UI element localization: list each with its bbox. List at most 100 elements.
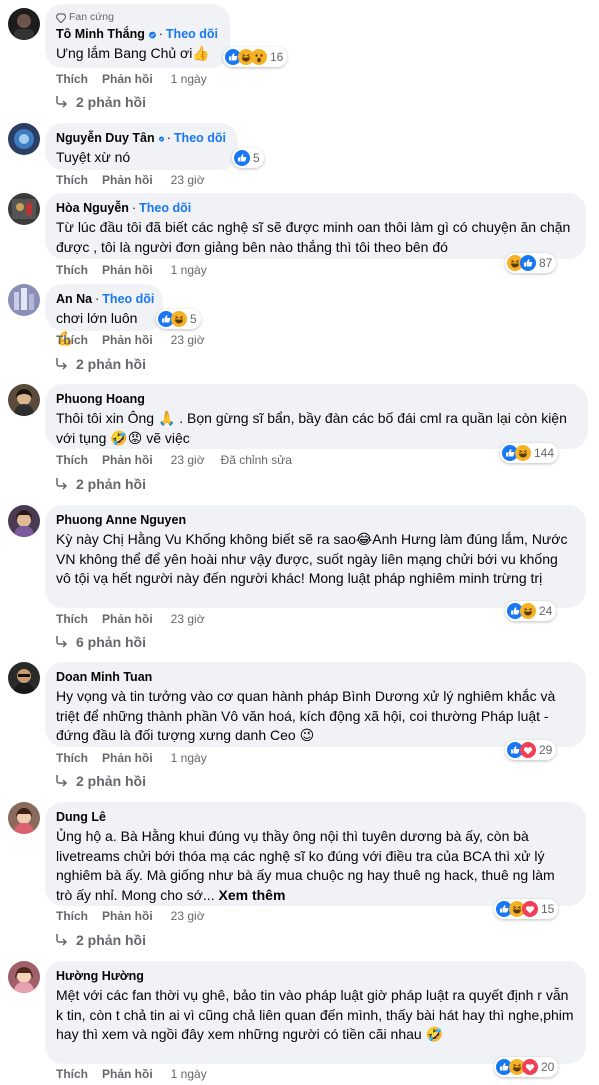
avatar[interactable] xyxy=(8,193,40,225)
timestamp[interactable]: 23 giờ xyxy=(171,453,205,467)
follow-button[interactable]: Theo dõi xyxy=(102,291,154,308)
edited-label[interactable]: Đã chỉnh sửa xyxy=(221,453,292,467)
reaction-icons xyxy=(496,901,538,917)
reply-arrow-icon xyxy=(56,775,68,787)
reaction-icons xyxy=(158,311,187,327)
author-name[interactable]: Dung Lê xyxy=(56,809,106,826)
reaction-count: 144 xyxy=(534,446,555,460)
like-button[interactable]: Thích xyxy=(56,333,88,347)
timestamp[interactable]: 1 ngày xyxy=(171,1067,207,1081)
like-button[interactable]: Thích xyxy=(56,1067,88,1081)
reply-arrow-icon xyxy=(56,934,68,946)
reaction-summary[interactable]: 20 xyxy=(494,1057,559,1077)
avatar[interactable] xyxy=(8,123,40,155)
avatar[interactable] xyxy=(8,8,40,40)
see-more-link[interactable]: Xem thêm xyxy=(218,887,285,903)
reaction-summary[interactable]: 16 xyxy=(223,47,288,67)
reply-arrow-icon xyxy=(56,96,68,108)
love-reaction-icon xyxy=(520,742,536,758)
comment-text: Kỳ này Chị Hằng Vu Khống không biết sẽ r… xyxy=(56,531,568,586)
view-replies-button[interactable]: 6 phản hồi xyxy=(55,634,146,650)
reply-button[interactable]: Phản hồi xyxy=(102,1067,153,1081)
follow-button[interactable]: Theo dõi xyxy=(166,26,218,43)
like-reaction-icon xyxy=(520,255,536,271)
reaction-summary[interactable]: 24 xyxy=(505,601,557,621)
comment-actions: Thích Phản hồi 23 giờ xyxy=(56,173,221,187)
comment-bubble: An Na · Theo dõi chơi lớn luôn💪 xyxy=(45,284,163,346)
timestamp[interactable]: 23 giờ xyxy=(171,909,205,923)
reply-button[interactable]: Phản hồi xyxy=(102,72,153,86)
reaction-summary[interactable]: 5 xyxy=(156,309,201,329)
author-name[interactable]: Doan Minh Tuan xyxy=(56,669,152,686)
reaction-summary[interactable]: 144 xyxy=(500,443,559,463)
comment-bubble: Doan Minh Tuan Hy vọng và tin tưởng vào … xyxy=(45,662,586,747)
reply-button[interactable]: Phản hồi xyxy=(102,333,153,347)
follow-button[interactable]: Theo dõi xyxy=(174,130,226,147)
reply-arrow-icon xyxy=(56,636,68,648)
reaction-summary[interactable]: 29 xyxy=(505,740,557,760)
like-button[interactable]: Thích xyxy=(56,453,88,467)
view-replies-button[interactable]: 2 phản hồi xyxy=(55,356,146,372)
avatar[interactable] xyxy=(8,505,40,537)
reply-button[interactable]: Phản hồi xyxy=(102,751,153,765)
reaction-count: 24 xyxy=(539,604,553,618)
separator-dot: · xyxy=(95,292,100,306)
fan-badge: Fan cứng xyxy=(56,11,218,24)
comment-actions: Thích Phản hồi 23 giờ xyxy=(56,333,221,347)
follow-button[interactable]: Theo dõi xyxy=(139,200,191,217)
timestamp[interactable]: 23 giờ xyxy=(171,612,205,626)
haha-reaction-icon xyxy=(515,445,531,461)
avatar[interactable] xyxy=(8,802,40,834)
comment-actions: Thích Phản hồi 1 ngày xyxy=(56,263,223,277)
like-button[interactable]: Thích xyxy=(56,72,88,86)
avatar[interactable] xyxy=(8,961,40,993)
reaction-summary[interactable]: 5 xyxy=(232,148,264,168)
comment-text: Từ lúc đầu tôi đã biết các nghệ sĩ sẽ đư… xyxy=(56,219,571,255)
view-replies-button[interactable]: 2 phản hồi xyxy=(55,773,146,789)
timestamp[interactable]: 23 giờ xyxy=(171,333,205,347)
timestamp[interactable]: 1 ngày xyxy=(171,263,207,277)
comment-bubble: Fan cứng Tô Minh Thắng · Theo dõi Ưng lắ… xyxy=(45,4,230,68)
author-name[interactable]: Nguyễn Duy Tân xyxy=(56,130,155,147)
comment-text: Thôi tôi xin Ông 🙏 . Bọn gừng sĩ bẩn, bầ… xyxy=(56,410,567,446)
like-button[interactable]: Thích xyxy=(56,173,88,187)
view-replies-button[interactable]: 2 phản hồi xyxy=(55,94,146,110)
reaction-count: 15 xyxy=(541,902,555,916)
comment-actions: Thích Phản hồi 1 ngày xyxy=(56,751,223,765)
timestamp[interactable]: 23 giờ xyxy=(171,173,205,187)
reply-button[interactable]: Phản hồi xyxy=(102,173,153,187)
comment-actions: Thích Phản hồi 1 ngày xyxy=(56,1067,223,1081)
view-replies-button[interactable]: 2 phản hồi xyxy=(55,476,146,492)
like-button[interactable]: Thích xyxy=(56,263,88,277)
diamond-icon xyxy=(56,12,66,23)
timestamp[interactable]: 1 ngày xyxy=(171,751,207,765)
reaction-summary[interactable]: 15 xyxy=(494,899,559,919)
author-name[interactable]: Phuong Anne Nguyen xyxy=(56,512,186,529)
author-name[interactable]: Tô Minh Thắng xyxy=(56,26,145,43)
reaction-icons xyxy=(507,255,536,271)
author-name[interactable]: Hường Hường xyxy=(56,968,144,985)
like-button[interactable]: Thích xyxy=(56,909,88,923)
reply-button[interactable]: Phản hồi xyxy=(102,453,153,467)
reply-button[interactable]: Phản hồi xyxy=(102,612,153,626)
author-name[interactable]: Phuong Hoang xyxy=(56,391,145,408)
timestamp[interactable]: 1 ngày xyxy=(171,72,207,86)
avatar[interactable] xyxy=(8,384,40,416)
like-button[interactable]: Thích xyxy=(56,751,88,765)
reply-button[interactable]: Phản hồi xyxy=(102,909,153,923)
reaction-count: 5 xyxy=(190,312,197,326)
author-name[interactable]: An Na xyxy=(56,291,92,308)
avatar[interactable] xyxy=(8,662,40,694)
reply-button[interactable]: Phản hồi xyxy=(102,263,153,277)
reply-arrow-icon xyxy=(56,478,68,490)
like-reaction-icon xyxy=(234,150,250,166)
reaction-count: 29 xyxy=(539,743,553,757)
verified-badge-icon xyxy=(158,135,164,142)
comment-bubble: Phuong Anne Nguyen Kỳ này Chị Hằng Vu Kh… xyxy=(45,505,586,608)
view-replies-button[interactable]: 2 phản hồi xyxy=(55,932,146,948)
love-reaction-icon xyxy=(522,1059,538,1075)
like-button[interactable]: Thích xyxy=(56,612,88,626)
author-name[interactable]: Hòa Nguyễn xyxy=(56,200,129,217)
avatar[interactable] xyxy=(8,284,40,316)
reaction-summary[interactable]: 87 xyxy=(505,253,557,273)
